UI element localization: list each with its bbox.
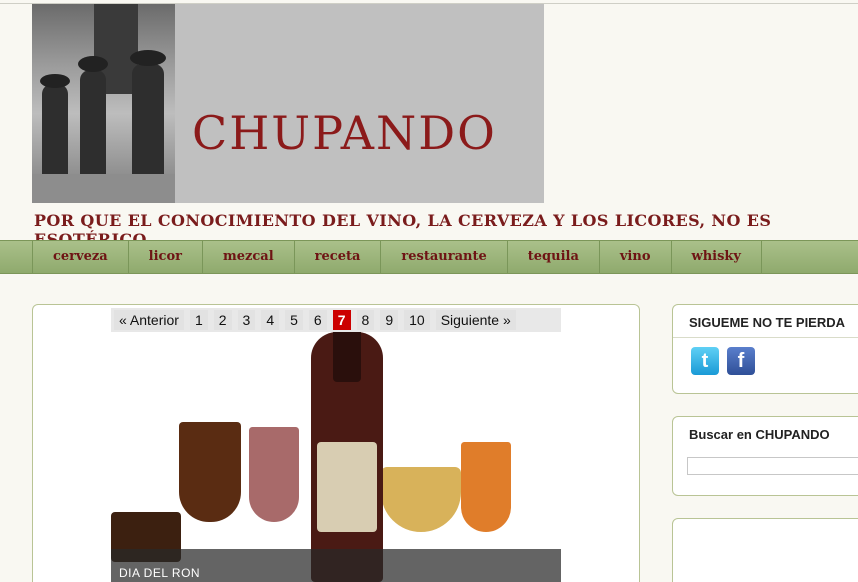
follow-widget: SIGUEME NO TE PIERDA t f bbox=[672, 304, 858, 394]
page-1-button[interactable]: 1 bbox=[189, 310, 208, 330]
page-6-button[interactable]: 6 bbox=[308, 310, 327, 330]
nav-item-licor[interactable]: licor bbox=[127, 241, 202, 273]
slide-caption-text[interactable]: DIA DEL RON bbox=[119, 566, 200, 580]
page-5-button[interactable]: 5 bbox=[285, 310, 303, 330]
nav-item-receta[interactable]: receta bbox=[293, 241, 381, 273]
header-banner[interactable]: CHUPANDO bbox=[32, 4, 544, 203]
facebook-icon[interactable]: f bbox=[727, 347, 755, 375]
twitter-icon[interactable]: t bbox=[691, 347, 719, 375]
site-title[interactable]: CHUPANDO bbox=[192, 106, 497, 160]
nav-item-restaurante[interactable]: restaurante bbox=[380, 241, 506, 273]
sidebar-widget-empty bbox=[672, 518, 858, 582]
prev-button[interactable]: « Anterior bbox=[114, 310, 184, 330]
slide-caption: DIA DEL RON bbox=[111, 549, 561, 582]
page-2-button[interactable]: 2 bbox=[213, 310, 232, 330]
page-3-button[interactable]: 3 bbox=[237, 310, 256, 330]
header-photo bbox=[32, 4, 175, 203]
search-title: Buscar en CHUPANDO bbox=[689, 427, 830, 442]
nav-item-mezcal[interactable]: mezcal bbox=[201, 241, 294, 273]
nav-item-vino[interactable]: vino bbox=[598, 241, 671, 273]
page-4-button[interactable]: 4 bbox=[261, 310, 280, 330]
rum-bottle bbox=[311, 332, 383, 582]
nav-item-cerveza[interactable]: cerveza bbox=[32, 241, 128, 273]
search-input[interactable] bbox=[687, 457, 858, 475]
next-button[interactable]: Siguiente » bbox=[435, 310, 516, 330]
category-nav: cerveza licor mezcal receta restaurante tequi… bbox=[0, 240, 858, 274]
page-9-button[interactable]: 9 bbox=[380, 310, 399, 330]
slideshow-pager: « Anterior 1 2 3 4 5 6 7 8 9 10 Siguiente » bbox=[111, 308, 561, 332]
follow-title: SIGUEME NO TE PIERDA bbox=[689, 315, 846, 330]
page-7-button[interactable]: 7 bbox=[332, 310, 351, 330]
page-8-button[interactable]: 8 bbox=[356, 310, 375, 330]
featured-slide[interactable]: DIA DEL RON bbox=[111, 332, 561, 582]
nav-item-tequila[interactable]: tequila bbox=[506, 241, 599, 273]
nav-item-whisky[interactable]: whisky bbox=[670, 241, 762, 273]
search-widget: Buscar en CHUPANDO bbox=[672, 416, 858, 496]
page-10-button[interactable]: 10 bbox=[404, 310, 430, 330]
